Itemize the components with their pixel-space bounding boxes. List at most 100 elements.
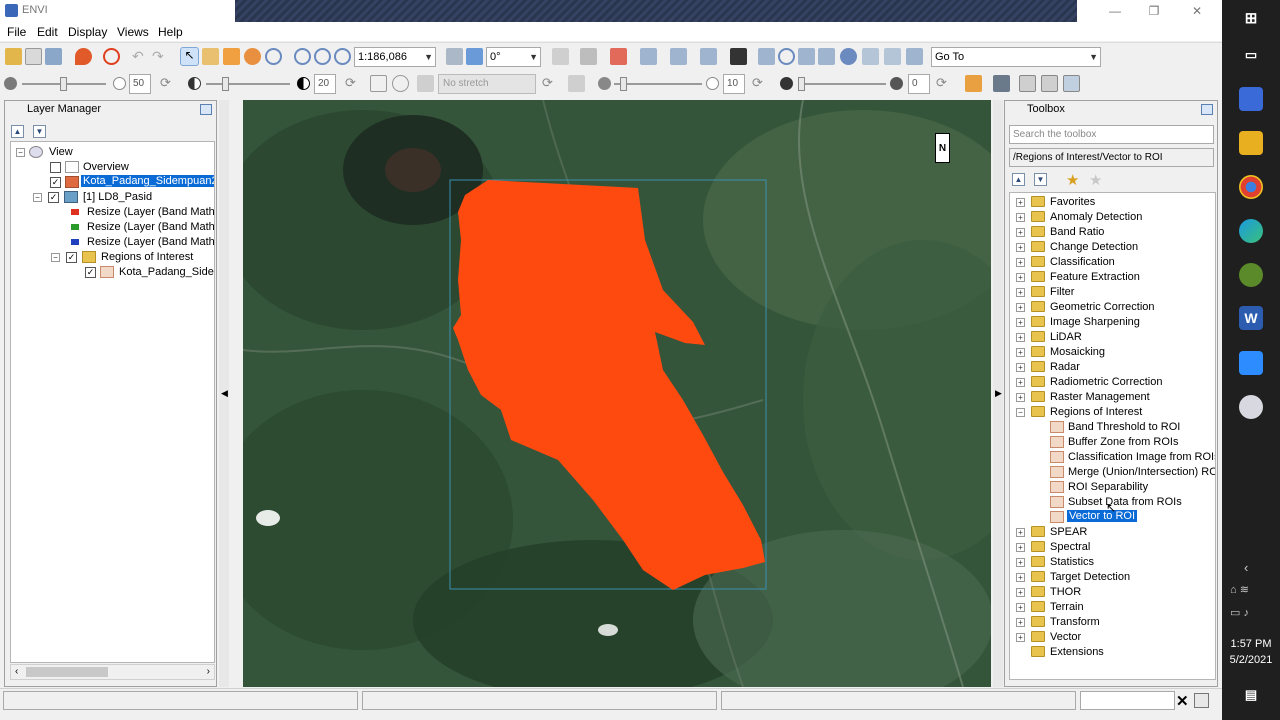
sharpen-slider[interactable]: [614, 77, 702, 91]
raster-layer-checkbox[interactable]: ✓: [48, 192, 59, 203]
expand-icon[interactable]: +: [1016, 303, 1025, 312]
expand-icon[interactable]: +: [1016, 603, 1025, 612]
stretch-icon[interactable]: [370, 75, 387, 92]
select-arrow-icon[interactable]: ↖: [180, 47, 199, 66]
expand-icon[interactable]: +: [1016, 213, 1025, 222]
rotate-left-icon[interactable]: [446, 48, 463, 65]
hand-pan-icon[interactable]: [202, 48, 219, 65]
transparency-value[interactable]: 0: [908, 74, 930, 94]
expand-icon[interactable]: +: [1016, 318, 1025, 327]
swipe-icon[interactable]: [906, 48, 923, 65]
maximize-button[interactable]: ❐: [1143, 2, 1165, 20]
tray-icons-row1[interactable]: ⌂ ≋: [1230, 583, 1249, 596]
vector-layer-checkbox[interactable]: ✓: [50, 177, 61, 188]
toolbox-search-input[interactable]: Search the toolbox: [1009, 125, 1214, 144]
show-hidden-icons-icon[interactable]: ‹: [1244, 560, 1248, 575]
expand-icon[interactable]: +: [1016, 588, 1025, 597]
goto-combo[interactable]: Go To ▼: [931, 47, 1101, 67]
contrast-value[interactable]: 20: [314, 74, 336, 94]
reset-contrast-icon[interactable]: ⟳: [345, 75, 362, 92]
expand-icon[interactable]: +: [1016, 333, 1025, 342]
expand-icon[interactable]: +: [1016, 558, 1025, 567]
expand-icon[interactable]: +: [1016, 288, 1025, 297]
expand-icon[interactable]: +: [1016, 618, 1025, 627]
chrome-icon[interactable]: [1239, 175, 1263, 199]
clock-date[interactable]: 5/2/2021: [1226, 654, 1276, 666]
clock-time[interactable]: 1:57 PM: [1226, 638, 1276, 650]
toolbox-collapse-icon[interactable]: ▲: [1012, 173, 1025, 186]
single-view-icon[interactable]: [993, 75, 1010, 92]
menu-file[interactable]: File: [7, 25, 26, 39]
minimize-button[interactable]: —: [1104, 2, 1126, 20]
keyboard-icon[interactable]: [730, 48, 747, 65]
zoom-icon[interactable]: [265, 48, 282, 65]
vector-create-icon[interactable]: [640, 48, 657, 65]
expand-icon[interactable]: +: [1016, 273, 1025, 282]
brightness-slider[interactable]: [22, 77, 106, 91]
expand-icon[interactable]: +: [1016, 348, 1025, 357]
brightness-value[interactable]: 50: [129, 74, 151, 94]
layer-tree-hscrollbar[interactable]: ‹ ›: [10, 664, 215, 680]
cursor-value-icon[interactable]: [778, 48, 795, 65]
rotate-right-icon[interactable]: [466, 48, 483, 65]
transparency-slider-thumb[interactable]: [798, 77, 805, 91]
vector-edit-icon[interactable]: [670, 48, 687, 65]
menu-help[interactable]: Help: [158, 25, 183, 39]
zoom-out-icon[interactable]: [314, 48, 331, 65]
crop-icon[interactable]: [758, 48, 775, 65]
contrast-slider[interactable]: [206, 77, 290, 91]
undo-icon[interactable]: ↶: [132, 48, 149, 65]
roi-tool-icon[interactable]: [610, 48, 627, 65]
collapse-all-icon[interactable]: ▲: [11, 125, 24, 138]
expand-icon[interactable]: +: [1016, 243, 1025, 252]
envi-taskbar-icon[interactable]: [1239, 395, 1263, 419]
word-icon[interactable]: W: [1239, 306, 1263, 330]
process-manager-icon[interactable]: [1194, 693, 1209, 708]
store-icon[interactable]: [1239, 87, 1263, 111]
expand-icon[interactable]: +: [1016, 543, 1025, 552]
cancel-process-icon[interactable]: ✕: [1176, 692, 1189, 710]
portal-icon[interactable]: [798, 48, 815, 65]
scroll-left-icon[interactable]: ‹: [15, 666, 18, 677]
windows-start-icon[interactable]: ⊞: [1239, 7, 1263, 31]
edge-icon[interactable]: [1239, 219, 1263, 243]
zoom-full-icon[interactable]: [334, 48, 351, 65]
data-manager-icon[interactable]: [25, 48, 42, 65]
chip-icon[interactable]: [862, 48, 879, 65]
left-panel-splitter[interactable]: ◀: [219, 100, 229, 687]
tray-icons-row2[interactable]: ▭ ♪: [1230, 606, 1249, 619]
zoom-scale-combo[interactable]: 1:186,086 ▼: [354, 47, 436, 67]
right-panel-splitter[interactable]: ▶: [993, 100, 1003, 687]
pin-icon[interactable]: [75, 48, 92, 65]
stretch-type-icon[interactable]: [417, 75, 434, 92]
measure-icon[interactable]: [818, 48, 835, 65]
collapse-icon[interactable]: −: [33, 193, 42, 202]
rotate-icon[interactable]: [244, 48, 261, 65]
expand-icon[interactable]: +: [1016, 378, 1025, 387]
reset-stretch-icon[interactable]: ⟳: [542, 75, 559, 92]
collapse-icon[interactable]: −: [51, 253, 60, 262]
expand-icon[interactable]: +: [1016, 228, 1025, 237]
collapse-icon[interactable]: −: [1016, 408, 1025, 417]
expand-all-icon[interactable]: ▼: [33, 125, 46, 138]
two-views-icon[interactable]: [1019, 75, 1036, 92]
roi-group-checkbox[interactable]: ✓: [66, 252, 77, 263]
stretch-combo[interactable]: No stretch: [438, 74, 536, 94]
zoom-app-icon[interactable]: [1239, 351, 1263, 375]
pin-panel-icon[interactable]: [1201, 104, 1213, 115]
menu-views[interactable]: Views: [117, 25, 149, 39]
view-layout-icon[interactable]: [1063, 75, 1080, 92]
crosshair-icon[interactable]: [103, 48, 120, 65]
image-view[interactable]: N: [243, 100, 991, 687]
sharpen-value[interactable]: 10: [723, 74, 745, 94]
expand-icon[interactable]: +: [1016, 633, 1025, 642]
four-views-icon[interactable]: [1041, 75, 1058, 92]
stretch-reset-icon[interactable]: [392, 75, 409, 92]
qgis-icon[interactable]: [1239, 263, 1263, 287]
remove-favorite-icon[interactable]: ★: [1089, 171, 1102, 189]
scroll-right-icon[interactable]: ›: [207, 666, 210, 677]
expand-icon[interactable]: +: [1016, 198, 1025, 207]
fly-icon[interactable]: [223, 48, 240, 65]
contrast-slider-thumb[interactable]: [222, 77, 229, 91]
scroll-thumb[interactable]: [26, 667, 108, 677]
